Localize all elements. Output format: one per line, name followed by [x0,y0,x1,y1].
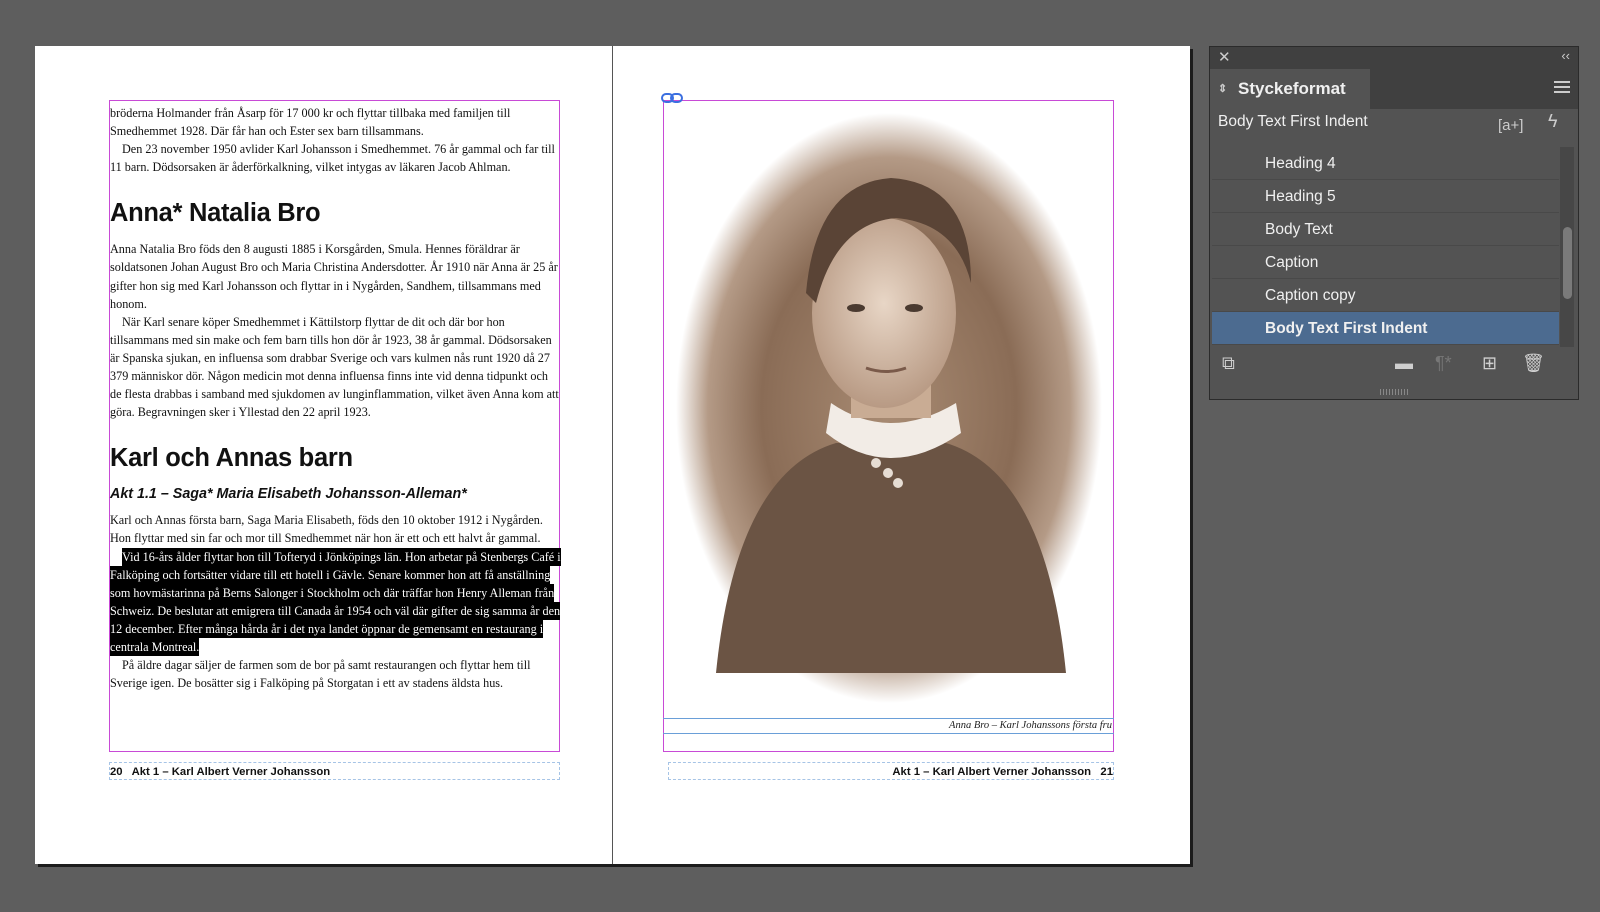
running-head: Akt 1 – Karl Albert Verner Johansson [131,766,331,778]
page-number: 20 [110,766,123,778]
style-item[interactable]: Body Text [1212,213,1559,246]
link-icon[interactable] [661,92,683,104]
style-list[interactable]: Heading 4 Heading 5 Body Text Caption Ca… [1212,147,1559,347]
new-group-icon[interactable]: ▬ [1395,353,1413,374]
left-text-content[interactable]: bröderna Holmander från Åsarp för 17 000… [110,104,562,692]
document-spread[interactable]: bröderna Holmander från Åsarp för 17 000… [35,46,1190,864]
style-item[interactable]: Heading 5 [1212,180,1559,213]
panel-tabbar: ⇕ Styckeformat [1210,69,1578,109]
new-level-button[interactable]: [a+] [1498,117,1523,134]
folio-right[interactable]: Akt 1 – Karl Albert Verner Johansson 21 [668,762,1114,780]
running-head: Akt 1 – Karl Albert Verner Johansson [892,766,1091,778]
paragraph: Anna Natalia Bro föds den 8 augusti 1885… [110,242,558,311]
resize-grip-icon[interactable] [1380,389,1408,395]
caption-frame[interactable]: Anna Bro – Karl Johanssons första fru [663,718,1114,734]
page-number: 21 [1100,766,1113,778]
panel-menu-icon[interactable] [1554,81,1570,96]
paragraph: bröderna Holmander från Åsarp för 17 000… [110,106,511,139]
close-icon[interactable]: ✕ [1218,48,1231,66]
caption: Anna Bro – Karl Johanssons första fru [949,720,1112,731]
paragraph: Den 23 november 1950 avlider Karl Johans… [110,142,555,175]
paragraph: Karl och Annas första barn, Saga Maria E… [110,513,543,546]
collapse-icon[interactable]: ‹‹ [1561,48,1570,63]
clear-overrides-icon[interactable]: ¶* [1435,353,1452,374]
load-styles-icon[interactable]: ⧉ [1222,353,1235,374]
image-frame[interactable] [663,100,1114,752]
style-item[interactable]: Heading 4 [1212,147,1559,180]
panel-titlebar[interactable]: ✕ ‹‹ [1210,47,1578,69]
paragraph-styles-panel[interactable]: ✕ ‹‹ ⇕ Styckeformat Body Text First Inde… [1209,46,1579,400]
new-style-icon[interactable]: ⊞ [1482,353,1497,374]
heading: Karl och Annas barn [110,444,353,473]
portrait-image [676,113,1102,703]
tab-arrows-icon: ⇕ [1218,83,1228,95]
style-item[interactable]: Caption copy [1212,279,1559,312]
scroll-thumb[interactable] [1563,227,1572,299]
paragraph: På äldre dagar säljer de farmen som de b… [110,658,531,691]
heading: Anna* Natalia Bro [110,199,321,228]
delete-icon[interactable]: 🗑 [1522,353,1545,374]
style-item-selected[interactable]: Body Text First Indent [1212,312,1559,345]
folio-left[interactable]: 20 Akt 1 – Karl Albert Verner Johansson [109,762,560,780]
paragraph: När Karl senare köper Smedhemmet i Kätti… [110,314,559,420]
spine [612,46,613,864]
panel-title: Styckeformat [1238,79,1346,98]
tab-paragraph-styles[interactable]: ⇕ Styckeformat [1210,69,1370,109]
current-style-label: Body Text First Indent [1218,113,1368,130]
panel-footer: ⧉ ▬ ¶* ⊞ 🗑 [1210,347,1578,387]
selected-text[interactable]: Vid 16-års ålder flyttar hon till Tofter… [110,547,561,656]
style-item[interactable]: Caption [1212,246,1559,279]
lightning-icon[interactable]: ϟ [1548,111,1558,132]
subheading: Akt 1.1 – Saga* Maria Elisabeth Johansso… [110,486,467,503]
scrollbar[interactable] [1560,147,1574,347]
